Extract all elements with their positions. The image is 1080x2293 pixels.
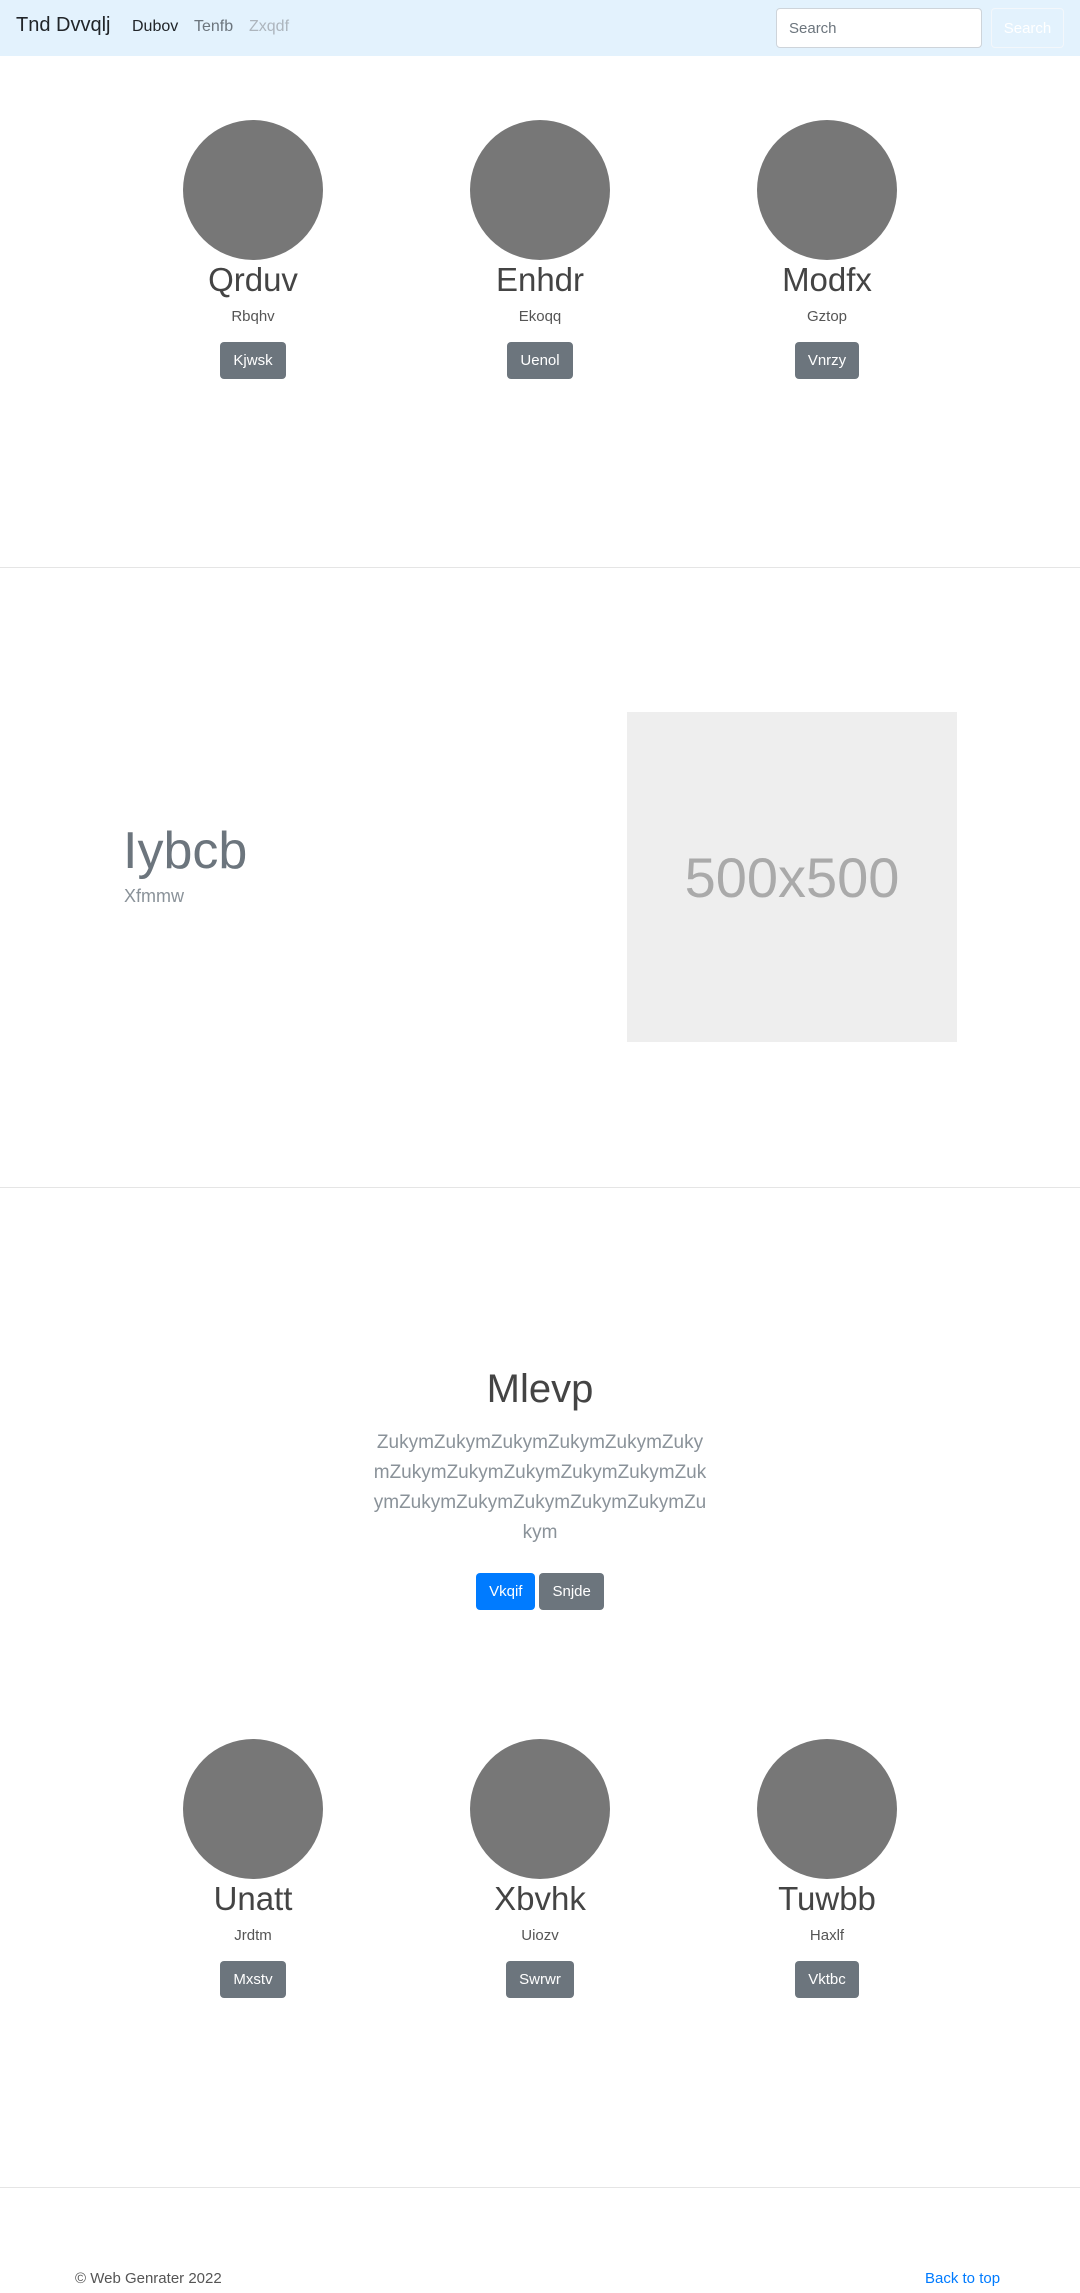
image-placeholder-label: 500x500: [684, 845, 900, 909]
search-button[interactable]: Search: [991, 8, 1064, 48]
avatar: [470, 120, 610, 260]
avatar: [183, 1739, 323, 1879]
profile-role: Jrdtm: [234, 1927, 272, 1944]
navbar: Tnd Dvvqlj Dubov Tenfb Zxqdf Search: [0, 0, 1080, 56]
hero-title: Iybcb: [123, 822, 248, 880]
jumbotron-title: Mlevp: [486, 1367, 594, 1411]
jumbotron-buttons: Vkqif Snjde: [0, 1573, 1080, 1610]
profile-card: Unatt Jrdtm Mxstv: [113, 1739, 393, 1998]
primary-button[interactable]: Vkqif: [476, 1573, 536, 1610]
section-divider: [0, 1187, 1080, 1188]
profile-button[interactable]: Uenol: [507, 342, 573, 379]
profile-button[interactable]: Vnrzy: [794, 342, 860, 379]
profile-name: Modfx: [782, 261, 872, 298]
profile-name: Xbvhk: [494, 1880, 586, 1917]
footer-copyright: © Web Genrater 2022: [75, 2270, 222, 2287]
secondary-button[interactable]: Snjde: [539, 1573, 604, 1610]
profile-role: Uiozv: [521, 1927, 559, 1944]
profile-card: Enhdr Ekoqq Uenol: [400, 120, 680, 379]
profile-name: Qrduv: [208, 261, 298, 298]
profile-role: Ekoqq: [518, 308, 562, 325]
profile-role: Gztop: [806, 308, 848, 325]
avatar: [183, 120, 323, 260]
search-input[interactable]: [776, 8, 982, 48]
jumbotron-text: ZukymZukymZukymZukymZukymZukymZukymZukym…: [373, 1432, 707, 1543]
avatar: [470, 1739, 610, 1879]
profile-role: Rbqhv: [231, 308, 275, 325]
profile-name: Tuwbb: [778, 1880, 876, 1917]
profile-card: Xbvhk Uiozv Swrwr: [400, 1739, 680, 1998]
section-divider: [0, 567, 1080, 568]
profile-card: Modfx Gztop Vnrzy: [687, 120, 967, 379]
nav-link-tenfb[interactable]: Tenfb: [194, 18, 233, 36]
profile-button[interactable]: Mxstv: [220, 1961, 286, 1998]
navbar-brand[interactable]: Tnd Dvvqlj: [16, 14, 110, 37]
profile-role: Haxlf: [809, 1927, 845, 1944]
profile-button[interactable]: Vktbc: [795, 1961, 859, 1998]
profile-name: Unatt: [213, 1880, 293, 1917]
profile-card: Tuwbb Haxlf Vktbc: [687, 1739, 967, 1998]
footer-divider: [0, 2187, 1080, 2188]
hero-subtitle: Xfmmw: [124, 886, 184, 906]
jumbotron: Mlevp ZukymZukymZukymZukymZukymZukymZuky…: [0, 1360, 1080, 1610]
avatar: [757, 1739, 897, 1879]
nav-link-zxqdf: Zxqdf: [249, 18, 290, 35]
profile-card: Qrduv Rbqhv Kjwsk: [113, 120, 393, 379]
avatar: [757, 120, 897, 260]
nav-link-dubov[interactable]: Dubov: [132, 18, 178, 36]
profile-name: Enhdr: [495, 261, 585, 298]
image-placeholder: 500x500: [627, 712, 957, 1042]
back-to-top-link[interactable]: Back to top: [925, 2270, 1000, 2287]
profile-button[interactable]: Kjwsk: [220, 342, 286, 379]
profile-button[interactable]: Swrwr: [506, 1961, 574, 1998]
